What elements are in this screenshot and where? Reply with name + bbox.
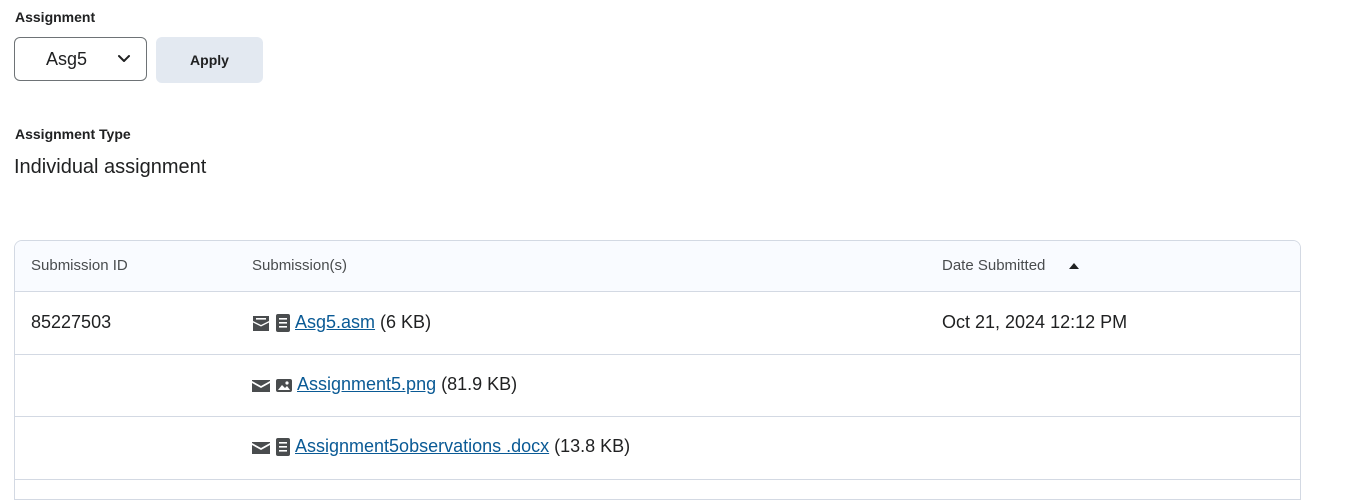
file-link[interactable]: Asg5.asm (295, 312, 375, 333)
assignment-type-label: Assignment Type (15, 126, 131, 142)
file-link[interactable]: Assignment5observations .docx (295, 436, 549, 457)
apply-button[interactable]: Apply (156, 37, 263, 83)
file-size: (6 KB) (380, 312, 432, 332)
header-submissions: Submission(s) (252, 257, 348, 274)
file-entry: Assignment5.png (81.9 KB) (251, 374, 517, 395)
file-entry: Assignment5observations .docx (13.8 KB) (251, 436, 630, 457)
assignment-type-value: Individual assignment (14, 156, 207, 178)
image-icon (276, 378, 292, 392)
envelope-icon (252, 441, 270, 454)
date-submitted: Oct 21, 2024 12:12 PM (942, 312, 1128, 332)
submission-id: 85227503 (31, 312, 112, 332)
envelope-icon (252, 379, 270, 392)
header-date-submitted[interactable]: Date Submitted (942, 257, 1045, 274)
archive-envelope-icon (253, 315, 269, 331)
chevron-down-icon (118, 55, 130, 62)
header-submission-id: Submission ID (31, 257, 128, 274)
document-icon (276, 437, 290, 456)
file-entry: Asg5.asm (6 KB) (251, 312, 431, 333)
file-size: (13.8 KB) (554, 436, 631, 456)
document-icon (276, 313, 290, 332)
file-link[interactable]: Assignment5.png (297, 374, 436, 395)
submissions-table: Submission ID Submission(s) Date Submitt… (14, 240, 1301, 500)
sort-ascending-icon[interactable] (1068, 262, 1080, 270)
table-header: Submission ID Submission(s) Date Submitt… (15, 241, 1300, 292)
file-size: (81.9 KB) (441, 374, 518, 394)
assignment-select-value: Asg5 (46, 48, 88, 69)
assignment-select[interactable]: Asg5 (14, 37, 147, 81)
table-row: Assignment5.png (81.9 KB) (15, 355, 1300, 417)
table-row: 85227503 Asg5.asm (6 KB) Oct 21, 2024 12… (15, 292, 1300, 355)
table-row: Assignment5observations .docx (13.8 KB) (15, 417, 1300, 480)
assignment-label: Assignment (15, 9, 96, 25)
